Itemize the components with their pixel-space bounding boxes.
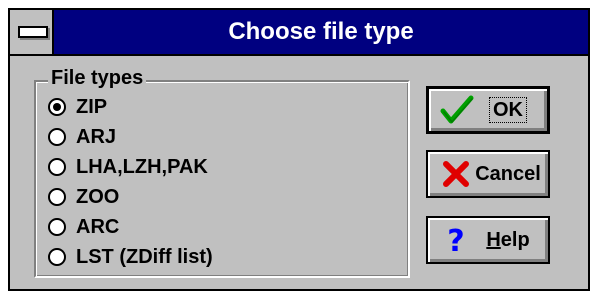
x-icon xyxy=(438,157,474,191)
radio-label: ARJ xyxy=(76,125,117,148)
radio-selected-dot xyxy=(53,103,61,111)
radio-label: ZOO xyxy=(76,185,120,208)
cancel-label: Cancel xyxy=(475,162,541,185)
ok-button[interactable]: OK xyxy=(426,86,550,134)
group-label: File types xyxy=(48,67,147,90)
radio-zoo[interactable]: ZOO xyxy=(48,184,119,210)
file-types-group: File types ZIP ARJ LHA,LZH,PAK ZOO ARC L… xyxy=(34,67,410,278)
window-title: Choose file type xyxy=(228,18,414,45)
checkmark-icon xyxy=(439,93,475,127)
question-icon: ? xyxy=(438,223,474,257)
radio-button-icon[interactable] xyxy=(48,188,66,206)
help-accelerator: H xyxy=(486,228,501,251)
ok-label: OK xyxy=(489,96,527,123)
radio-label: ZIP xyxy=(76,95,108,118)
radio-button-icon[interactable] xyxy=(48,98,66,116)
help-button[interactable]: ? Help xyxy=(426,216,550,264)
radio-button-icon[interactable] xyxy=(48,158,66,176)
help-label-rest: elp xyxy=(500,228,530,251)
radio-button-icon[interactable] xyxy=(48,218,66,236)
radio-label: ARC xyxy=(76,215,120,238)
cancel-button[interactable]: Cancel xyxy=(426,150,550,198)
radio-button-icon[interactable] xyxy=(48,248,66,266)
radio-lha[interactable]: LHA,LZH,PAK xyxy=(48,154,208,180)
dialog-window: Choose file type File types ZIP ARJ LHA,… xyxy=(8,8,590,291)
help-label: Help xyxy=(474,229,548,252)
radio-label: LHA,LZH,PAK xyxy=(76,155,208,178)
radio-label: LST (ZDiff list) xyxy=(76,245,213,268)
radio-arc[interactable]: ARC xyxy=(48,214,119,240)
svg-text:?: ? xyxy=(447,224,464,256)
radio-button-icon[interactable] xyxy=(48,128,66,146)
radio-zip[interactable]: ZIP xyxy=(48,94,107,120)
radio-arj[interactable]: ARJ xyxy=(48,124,116,150)
system-menu-button[interactable] xyxy=(10,10,54,54)
radio-lst[interactable]: LST (ZDiff list) xyxy=(48,244,213,270)
system-menu-icon xyxy=(18,26,48,38)
title-bar: Choose file type xyxy=(10,10,588,56)
